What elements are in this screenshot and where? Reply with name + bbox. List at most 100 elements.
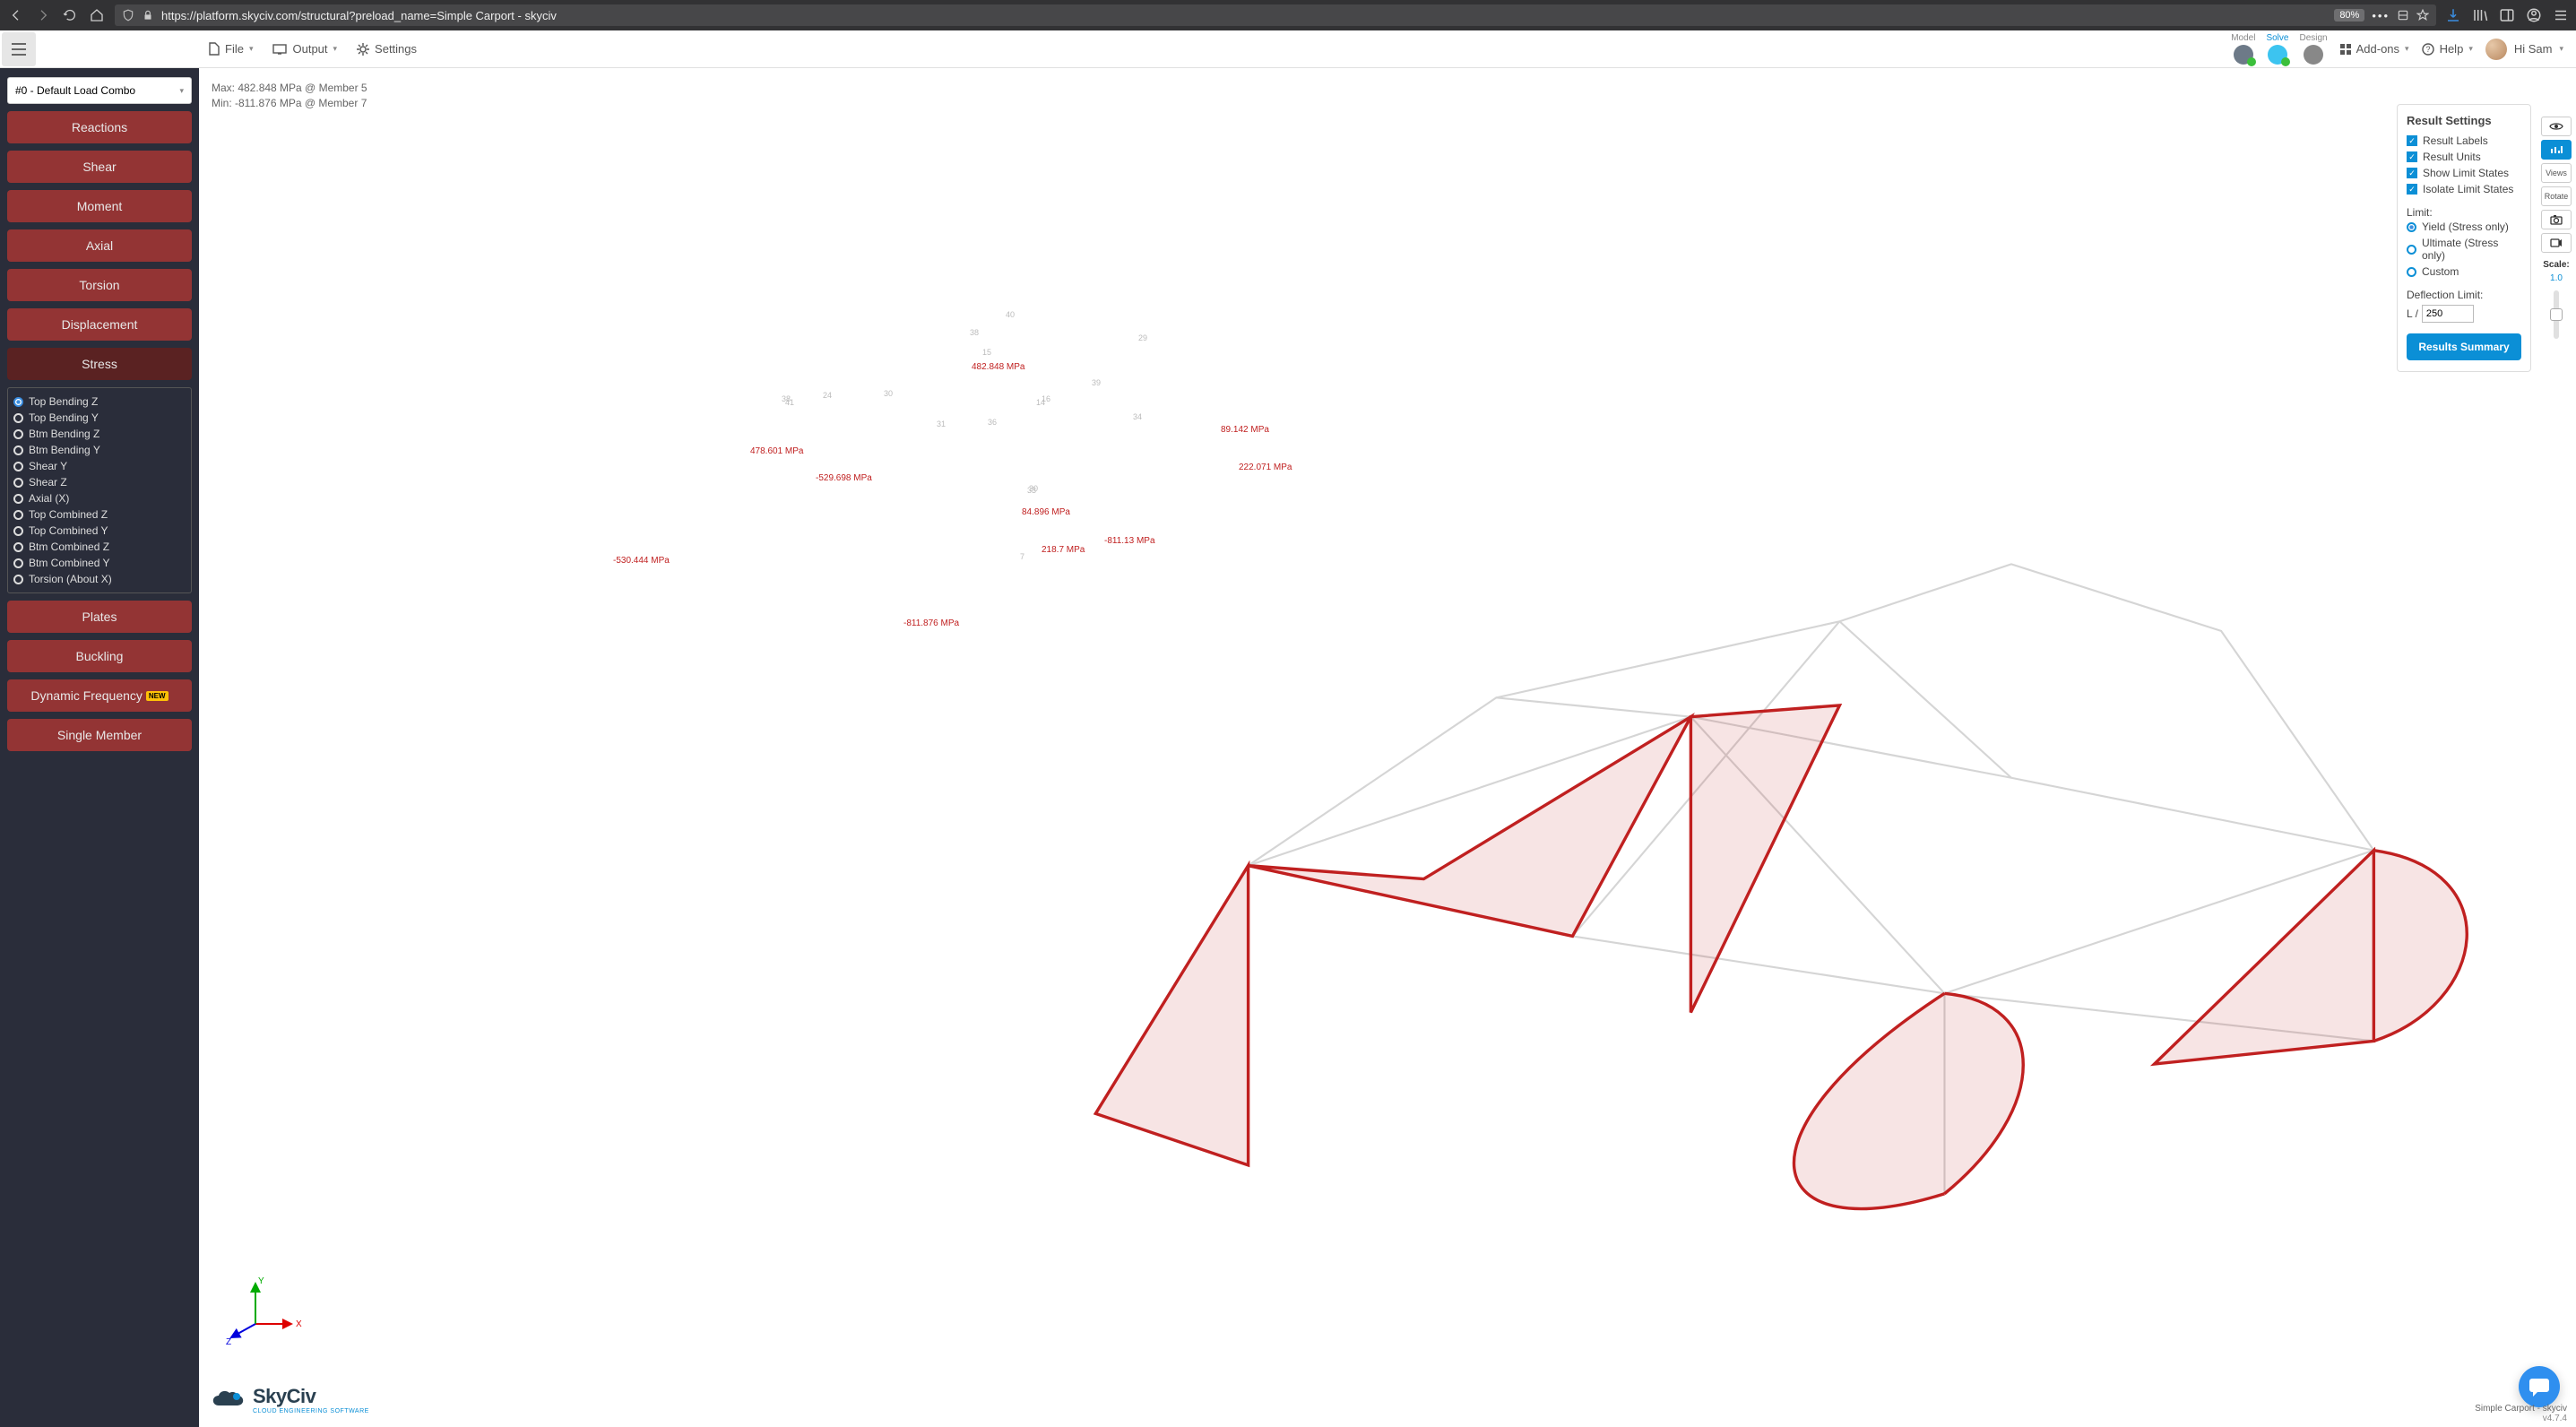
svg-text:Y: Y bbox=[258, 1276, 264, 1286]
result-dynamic-frequency[interactable]: Dynamic FrequencyNEW bbox=[7, 679, 192, 712]
scale-slider[interactable] bbox=[2554, 290, 2559, 339]
deflection-label: Deflection Limit: bbox=[2407, 289, 2521, 301]
stress-annotation: -530.444 MPa bbox=[613, 556, 670, 566]
stress-annotation: 218.7 MPa bbox=[1042, 545, 1085, 555]
visibility-button[interactable] bbox=[2541, 117, 2572, 136]
chevron-down-icon: ▾ bbox=[2468, 44, 2473, 54]
stress-option[interactable]: Shear Y bbox=[13, 458, 186, 474]
back-icon[interactable] bbox=[7, 6, 25, 24]
stress-options: Top Bending ZTop Bending YBtm Bending ZB… bbox=[7, 387, 192, 593]
grid-icon bbox=[2340, 44, 2351, 55]
settings-menu[interactable]: Settings bbox=[357, 42, 417, 56]
result-torsion[interactable]: Torsion bbox=[7, 269, 192, 301]
skyciv-logo: SkyCiv CLOUD ENGINEERING SOFTWARE bbox=[212, 1385, 369, 1414]
gear-icon bbox=[357, 43, 369, 56]
stress-option[interactable]: Torsion (About X) bbox=[13, 571, 186, 587]
result-check[interactable]: ✓Isolate Limit States bbox=[2407, 181, 2521, 197]
user-menu[interactable]: Hi Sam ▾ bbox=[2485, 39, 2563, 60]
mode-switcher: Model Solve Design bbox=[2231, 33, 2327, 65]
result-single-member[interactable]: Single Member bbox=[7, 719, 192, 751]
mode-solve[interactable]: Solve bbox=[2266, 33, 2288, 65]
sidebar-icon[interactable] bbox=[2499, 7, 2515, 23]
mode-model[interactable]: Model bbox=[2231, 33, 2255, 65]
result-check[interactable]: ✓Result Labels bbox=[2407, 133, 2521, 149]
reader-icon[interactable] bbox=[2397, 9, 2409, 22]
rotate-button[interactable]: Rotate bbox=[2541, 186, 2572, 206]
scale-value: 1.0 bbox=[2550, 273, 2563, 283]
limit-option[interactable]: Yield (Stress only) bbox=[2407, 219, 2521, 235]
result-plates[interactable]: Plates bbox=[7, 601, 192, 633]
forward-icon[interactable] bbox=[34, 6, 52, 24]
chevron-down-icon: ▾ bbox=[2559, 44, 2563, 54]
file-icon bbox=[208, 42, 220, 56]
lock-icon bbox=[142, 9, 154, 22]
result-moment[interactable]: Moment bbox=[7, 190, 192, 222]
download-icon[interactable] bbox=[2445, 7, 2461, 23]
browser-toolbar: https://platform.skyciv.com/structural?p… bbox=[0, 0, 2576, 30]
deflection-input[interactable] bbox=[2422, 305, 2474, 323]
member-label: 33 bbox=[1027, 486, 1036, 495]
result-buckling[interactable]: Buckling bbox=[7, 640, 192, 672]
result-check[interactable]: ✓Show Limit States bbox=[2407, 165, 2521, 181]
result-check[interactable]: ✓Result Units bbox=[2407, 149, 2521, 165]
member-label: 34 bbox=[1133, 412, 1142, 421]
result-displacement[interactable]: Displacement bbox=[7, 308, 192, 341]
results-summary-button[interactable]: Results Summary bbox=[2407, 333, 2521, 360]
library-icon[interactable] bbox=[2472, 7, 2488, 23]
app-toolbar: File▾ Output▾ Settings Model Solve Desig… bbox=[0, 30, 2576, 68]
stress-option[interactable]: Btm Bending Z bbox=[13, 426, 186, 442]
url-bar[interactable]: https://platform.skyciv.com/structural?p… bbox=[115, 4, 2436, 26]
stress-option[interactable]: Btm Bending Y bbox=[13, 442, 186, 458]
chat-button[interactable] bbox=[2519, 1366, 2560, 1407]
home-icon[interactable] bbox=[88, 6, 106, 24]
member-label: 16 bbox=[1042, 394, 1050, 403]
result-reactions[interactable]: Reactions bbox=[7, 111, 192, 143]
stress-annotation: -811.876 MPa bbox=[903, 618, 959, 628]
member-label: 29 bbox=[1138, 333, 1147, 342]
views-button[interactable]: Views bbox=[2541, 163, 2572, 183]
stress-option[interactable]: Top Bending Z bbox=[13, 394, 186, 410]
member-label: 7 bbox=[1020, 552, 1024, 561]
stress-option[interactable]: Top Combined Z bbox=[13, 506, 186, 523]
hamburger-icon[interactable] bbox=[2, 32, 36, 66]
menu-icon[interactable] bbox=[2553, 7, 2569, 23]
limit-option[interactable]: Custom bbox=[2407, 264, 2521, 280]
chevron-down-icon: ▾ bbox=[2405, 44, 2409, 54]
panel-title: Result Settings bbox=[2407, 114, 2521, 127]
reload-icon[interactable] bbox=[61, 6, 79, 24]
axes-indicator: X Y Z bbox=[224, 1275, 305, 1346]
output-menu[interactable]: Output▾ bbox=[272, 42, 337, 56]
result-shear[interactable]: Shear bbox=[7, 151, 192, 183]
account-icon[interactable] bbox=[2526, 7, 2542, 23]
addons-menu[interactable]: Add-ons▾ bbox=[2340, 42, 2409, 56]
stress-annotation: 89.142 MPa bbox=[1221, 425, 1269, 435]
stress-option[interactable]: Shear Z bbox=[13, 474, 186, 490]
bookmark-icon[interactable] bbox=[2416, 9, 2429, 22]
record-button[interactable] bbox=[2541, 233, 2572, 253]
result-axial[interactable]: Axial bbox=[7, 229, 192, 262]
chevron-down-icon: ▾ bbox=[179, 86, 184, 96]
mode-design[interactable]: Design bbox=[2299, 33, 2327, 65]
help-menu[interactable]: ? Help▾ bbox=[2422, 42, 2473, 56]
stress-option[interactable]: Btm Combined Z bbox=[13, 539, 186, 555]
stress-option[interactable]: Axial (X) bbox=[13, 490, 186, 506]
stress-option[interactable]: Top Bending Y bbox=[13, 410, 186, 426]
zoom-level[interactable]: 80% bbox=[2334, 9, 2364, 22]
stress-option[interactable]: Top Combined Y bbox=[13, 523, 186, 539]
load-combo-select[interactable]: #0 - Default Load Combo ▾ bbox=[7, 77, 192, 104]
stress-option[interactable]: Btm Combined Y bbox=[13, 555, 186, 571]
chevron-down-icon: ▾ bbox=[249, 44, 254, 54]
svg-text:?: ? bbox=[2425, 45, 2430, 54]
svg-text:Z: Z bbox=[226, 1337, 231, 1346]
limit-option[interactable]: Ultimate (Stress only) bbox=[2407, 235, 2521, 264]
viewport[interactable]: Max: 482.848 MPa @ Member 5 Min: -811.87… bbox=[199, 68, 2576, 1427]
member-label: 41 bbox=[785, 398, 794, 407]
avatar bbox=[2485, 39, 2507, 60]
results-view-button[interactable] bbox=[2541, 140, 2572, 160]
camera-button[interactable] bbox=[2541, 210, 2572, 229]
result-stress[interactable]: Stress bbox=[7, 348, 192, 380]
chevron-down-icon: ▾ bbox=[333, 44, 338, 54]
file-menu[interactable]: File▾ bbox=[208, 42, 253, 56]
stress-annotation: 482.848 MPa bbox=[972, 362, 1025, 372]
member-label: 15 bbox=[982, 348, 991, 357]
